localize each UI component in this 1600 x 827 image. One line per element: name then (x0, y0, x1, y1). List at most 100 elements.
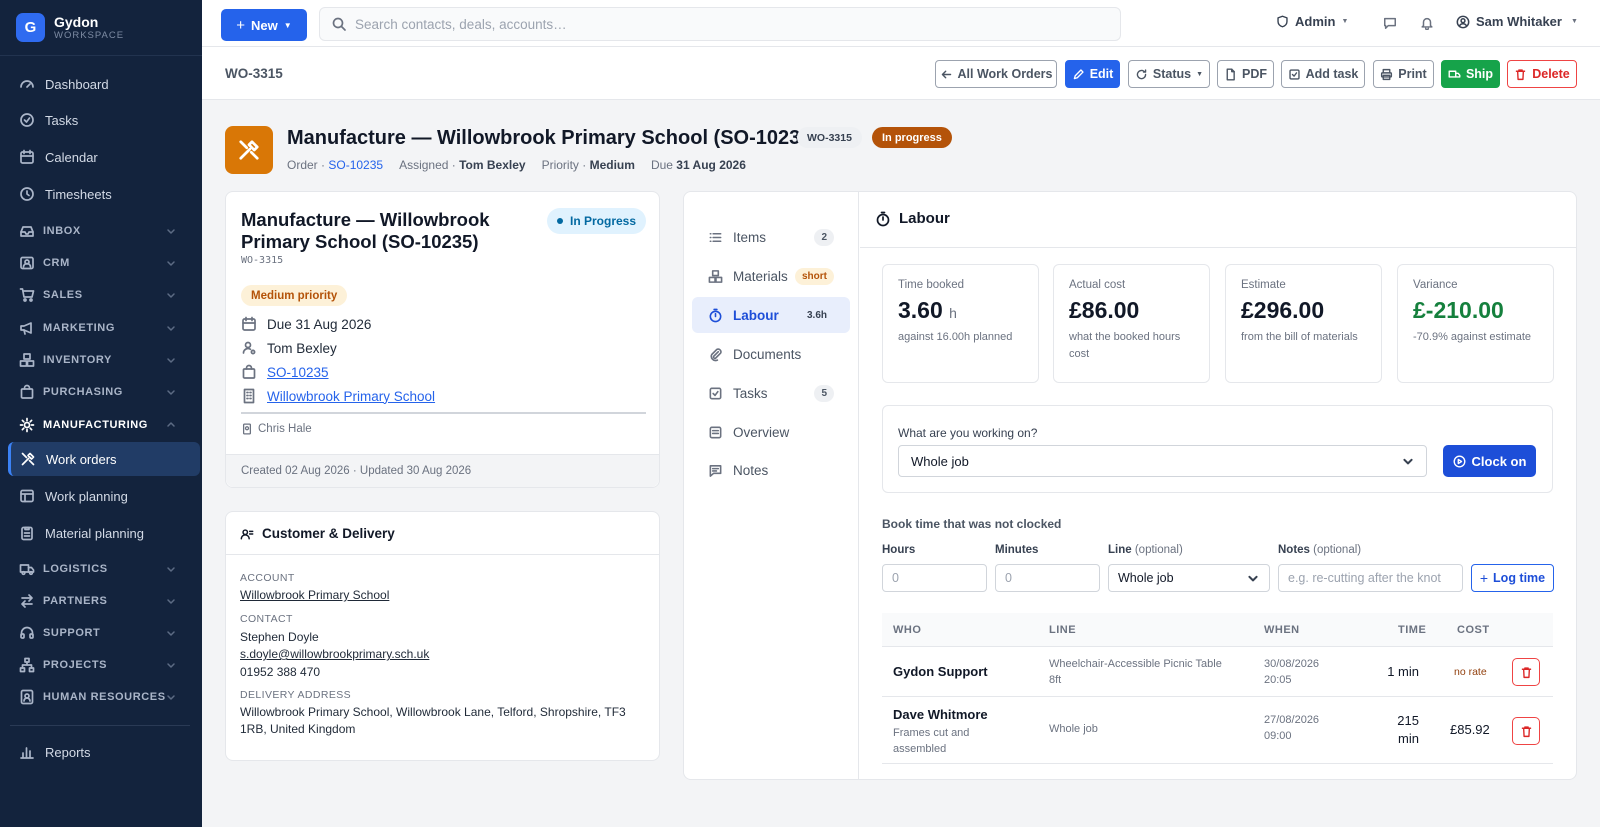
customer-card-header: Customer & Delivery (240, 526, 395, 541)
stat-sub: from the bill of materials (1241, 331, 1358, 343)
sidebar-group-sales[interactable]: SALES (8, 280, 200, 310)
sidebar-item-dashboard[interactable]: Dashboard (8, 67, 200, 101)
group-label: MANUFACTURING (43, 419, 148, 431)
row-when: 27/08/2026 09:00 (1264, 712, 1319, 744)
delivery-address-line: Willowbrook Primary School, Willowbrook … (240, 705, 626, 719)
sidebar-item-material-planning[interactable]: Material planning (8, 516, 200, 550)
status-button[interactable]: Status ▼ (1128, 60, 1210, 88)
sidebar-item-label: Calendar (45, 149, 98, 165)
new-button[interactable]: + New ▼ (221, 9, 307, 41)
role-menu[interactable]: Admin ▼ (1276, 14, 1348, 29)
chevron-down-icon (1403, 458, 1413, 465)
button-label: All Work Orders (957, 67, 1053, 81)
meta-label: Priority · (541, 158, 587, 172)
hours-input[interactable]: 0 (882, 564, 987, 592)
search-icon (332, 17, 346, 31)
truck-icon (19, 564, 35, 576)
tab-labour[interactable]: Labour 3.6h (692, 297, 850, 333)
when-time: 20:05 (1264, 674, 1292, 686)
clock-on-button[interactable]: Clock on (1443, 445, 1536, 477)
sidebar-item-tasks[interactable]: Tasks (8, 103, 200, 137)
edit-button[interactable]: Edit (1065, 60, 1120, 88)
work-order-icon (225, 126, 273, 174)
summary-footer: Created 02 Aug 2026 · Updated 30 Aug 202… (226, 454, 659, 487)
topbar: + New ▼ Search contacts, deals, accounts… (202, 0, 1600, 47)
tab-tasks[interactable]: Tasks 5 (692, 375, 850, 411)
tab-items[interactable]: Items 2 (692, 219, 850, 255)
brand[interactable]: G Gydon WORKSPACE (0, 0, 202, 56)
working-select[interactable]: Whole job (898, 445, 1427, 477)
sidebar-item-reports[interactable]: Reports (8, 735, 200, 769)
order-link[interactable]: SO-10235 (328, 158, 383, 172)
stat-number: 3.60 (898, 297, 943, 323)
ship-button[interactable]: Ship (1441, 60, 1500, 88)
sidebar-item-timesheets[interactable]: Timesheets (8, 177, 200, 211)
chat-icon[interactable] (1383, 16, 1397, 30)
select-value: Whole job (911, 453, 969, 469)
user-menu[interactable]: Sam Whitaker ▼ (1456, 14, 1578, 29)
account-link[interactable]: Willowbrook Primary School (267, 389, 435, 404)
minutes-input[interactable]: 0 (995, 564, 1100, 592)
stat-value: £-210.00 (1413, 297, 1504, 323)
input-value: 0 (892, 571, 899, 585)
sidebar-group-manufacturing[interactable]: MANUFACTURING (8, 410, 200, 440)
search-input[interactable]: Search contacts, deals, accounts… (319, 7, 1121, 41)
delete-button[interactable]: Delete (1507, 60, 1577, 88)
sidebar-group-support[interactable]: SUPPORT (8, 618, 200, 648)
delete-entry-button[interactable] (1512, 717, 1540, 745)
sidebar-item-calendar[interactable]: Calendar (8, 140, 200, 174)
sidebar-group-inventory[interactable]: INVENTORY (8, 345, 200, 375)
new-button-label: New (251, 17, 278, 33)
tab-materials[interactable]: Materials short (692, 258, 850, 294)
status-dot (557, 218, 563, 224)
bell-icon[interactable] (1420, 16, 1434, 30)
stopwatch-icon (709, 308, 722, 322)
account-link[interactable]: Willowbrook Primary School (240, 587, 389, 604)
chevron-down-icon (167, 358, 175, 363)
bag-icon (242, 364, 256, 379)
account-row: Willowbrook Primary School (241, 388, 435, 404)
summary-code: WO-3315 (241, 255, 284, 266)
line-select[interactable]: Whole job (1108, 564, 1270, 592)
tab-label: Overview (733, 424, 790, 440)
notes-input[interactable]: e.g. re-cutting after the knot (1278, 564, 1463, 592)
pdf-button[interactable]: PDF (1217, 60, 1274, 88)
tab-label: Notes (733, 462, 769, 478)
page-title: Manufacture — Willowbrook Primary School… (287, 127, 819, 149)
sidebar-group-marketing[interactable]: MARKETING (8, 313, 200, 343)
group-label: INVENTORY (43, 354, 112, 366)
group-label: SUPPORT (43, 627, 101, 639)
status-label: In Progress (570, 214, 637, 228)
sidebar-item-work-orders[interactable]: Work orders (8, 442, 200, 476)
meta-value: 31 Aug 2026 (676, 158, 746, 172)
log-time-button[interactable]: + Log time (1471, 564, 1554, 592)
contact-email-link[interactable]: s.doyle@willowbrookprimary.sch.uk (240, 646, 429, 663)
sidebar-group-projects[interactable]: PROJECTS (8, 650, 200, 680)
contact-phone: 01952 388 470 (240, 665, 321, 679)
all-work-orders-button[interactable]: All Work Orders (935, 60, 1057, 88)
delete-entry-button[interactable] (1512, 658, 1540, 686)
sidebar-group-inbox[interactable]: INBOX (8, 216, 200, 246)
print-button[interactable]: Print (1373, 60, 1434, 88)
order-link[interactable]: SO-10235 (267, 365, 329, 380)
tab-overview[interactable]: Overview (692, 414, 850, 450)
sidebar-group-crm[interactable]: CRM (8, 248, 200, 278)
chevron-down-icon (167, 293, 175, 298)
tab-documents[interactable]: Documents (692, 336, 850, 372)
sidebar-group-human-resources[interactable]: HUMAN RESOURCES (8, 682, 200, 712)
card-title: Customer & Delivery (262, 526, 395, 541)
sidebar-item-work-planning[interactable]: Work planning (8, 479, 200, 513)
sidebar-group-partners[interactable]: PARTNERS (8, 586, 200, 616)
sidebar-group-logistics[interactable]: LOGISTICS (8, 554, 200, 584)
trash-icon (1521, 666, 1531, 678)
sidebar-group-purchasing[interactable]: PURCHASING (8, 377, 200, 407)
stat-estimate: Estimate £296.00 from the bill of materi… (1225, 264, 1382, 383)
sidebar-item-label: Dashboard (45, 76, 109, 92)
add-task-button[interactable]: Add task (1281, 60, 1365, 88)
meta-due: Due 31 Aug 2026 (651, 158, 746, 172)
meta-order: Order · SO-10235 (287, 158, 383, 172)
status-badge: In Progress (547, 208, 647, 234)
when-date: 30/08/2026 (1264, 658, 1320, 670)
cart-icon (19, 288, 35, 302)
tab-notes[interactable]: Notes (692, 452, 850, 488)
